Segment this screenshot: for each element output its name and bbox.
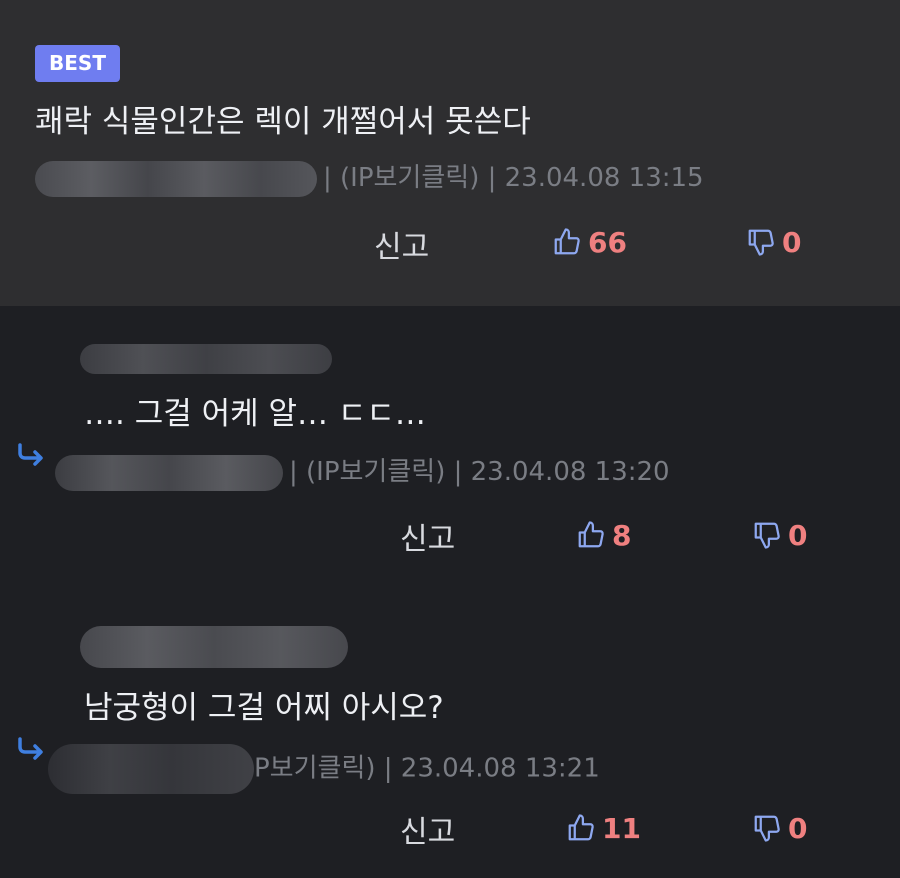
upvote-count: 66 (588, 225, 627, 259)
report-button[interactable]: 신고 (400, 807, 455, 851)
author-blurred (48, 744, 254, 794)
comment-text: 쾌락 식물인간은 렉이 개쩔어서 못쓴다 (35, 104, 531, 140)
best-badge: BEST (35, 45, 120, 82)
report-button[interactable]: 신고 (374, 222, 429, 266)
upvote-button[interactable]: 8 (576, 515, 631, 555)
downvote-count: 0 (788, 518, 808, 552)
comment-meta: | (IP보기클릭) | 23.04.08 13:20 (55, 452, 670, 492)
downvote-button[interactable]: 0 (746, 222, 801, 262)
downvote-button[interactable]: 0 (752, 515, 807, 555)
author-blurred (80, 626, 348, 668)
author-blurred (80, 344, 332, 374)
author-blurred (35, 160, 317, 197)
thumbs-up-icon (552, 227, 582, 257)
comment-text: 남궁형이 그걸 어찌 아시오? (84, 690, 444, 726)
downvote-button[interactable]: 0 (752, 808, 807, 848)
thumbs-down-icon (752, 520, 782, 550)
thumbs-up-icon (566, 813, 596, 843)
comment-meta-text: | (IP보기클릭) | 23.04.08 13:15 (323, 163, 704, 193)
thumbs-down-icon (752, 813, 782, 843)
upvote-button[interactable]: 66 (552, 222, 627, 262)
thumbs-up-icon (576, 520, 606, 550)
upvote-count: 8 (612, 518, 632, 552)
comment-meta-text: | (IP보기클릭) | 23.04.08 13:20 (289, 457, 670, 487)
author-blurred (55, 454, 283, 491)
downvote-count: 0 (782, 225, 802, 259)
comment-meta: P보기클릭) | 23.04.08 13:21 (48, 744, 600, 794)
best-comment: BEST 쾌락 식물인간은 렉이 개쩔어서 못쓴다 | (IP보기클릭) | 2… (0, 0, 900, 306)
upvote-count: 11 (602, 811, 641, 845)
report-button[interactable]: 신고 (400, 514, 455, 558)
thumbs-down-icon (746, 227, 776, 257)
comment-text: …. 그걸 어케 알… ㄷㄷ… (84, 396, 426, 432)
comment-meta: | (IP보기클릭) | 23.04.08 13:15 (35, 158, 704, 198)
downvote-count: 0 (788, 811, 808, 845)
reply-arrow-icon (16, 736, 46, 760)
comment-meta-text: P보기클릭) | 23.04.08 13:21 (254, 753, 600, 784)
reply-arrow-icon (16, 442, 46, 466)
upvote-button[interactable]: 11 (566, 808, 641, 848)
